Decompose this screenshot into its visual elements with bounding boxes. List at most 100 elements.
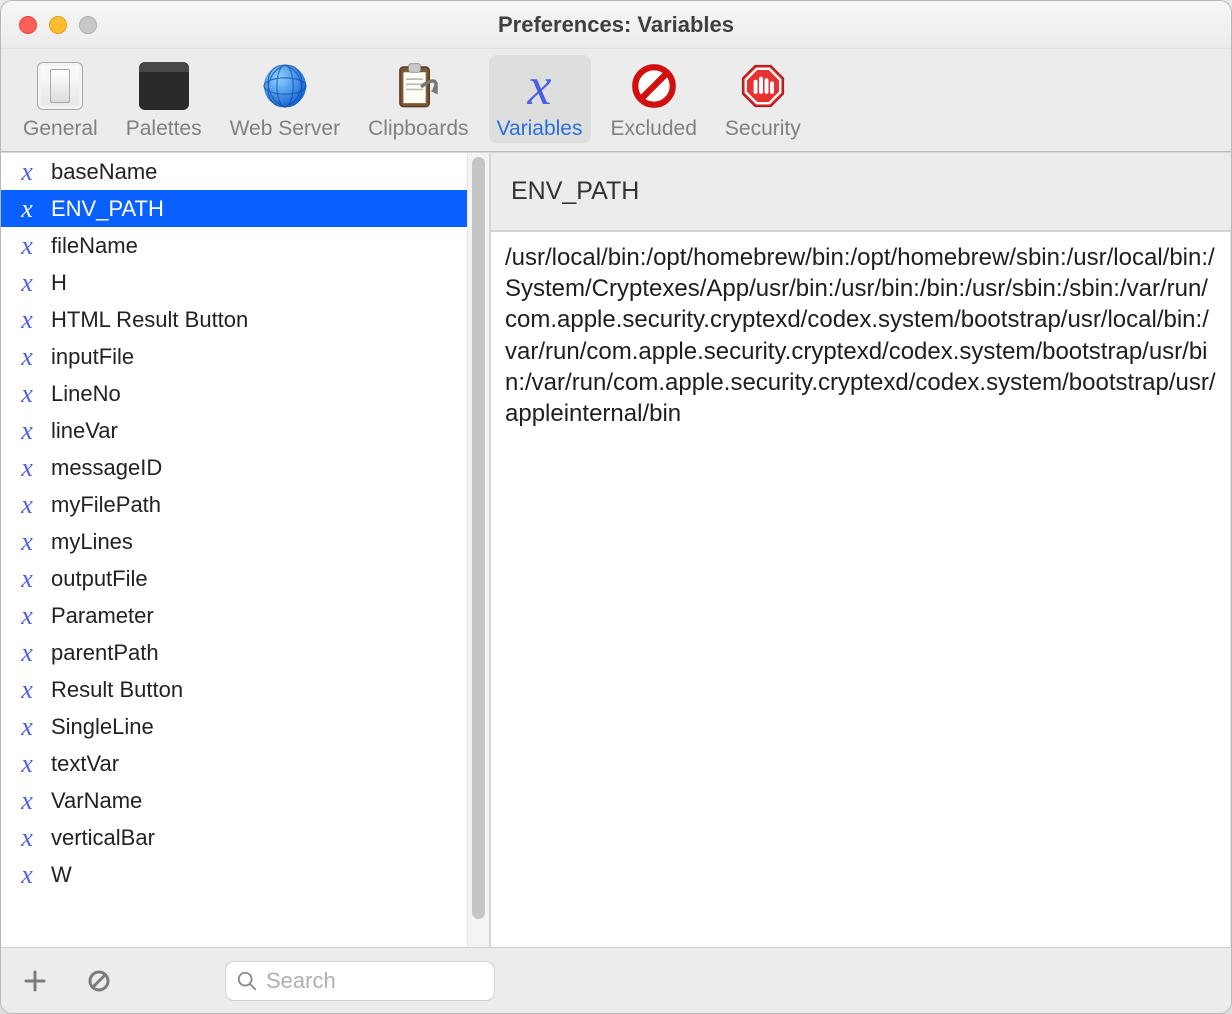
- variable-value-text[interactable]: /usr/local/bin:/opt/homebrew/bin:/opt/ho…: [491, 231, 1231, 947]
- stop-icon: [731, 59, 795, 113]
- variable-x-icon: x: [13, 638, 41, 668]
- palette-icon: [139, 62, 189, 110]
- variable-x-icon: x: [13, 268, 41, 298]
- variable-row-label: Result Button: [51, 677, 183, 703]
- variable-row-label: outputFile: [51, 566, 148, 592]
- search-input[interactable]: [266, 968, 484, 994]
- variable-x-icon: x: [13, 157, 41, 187]
- variable-row[interactable]: x HTML Result Button: [1, 301, 489, 338]
- prohibited-icon: [622, 59, 686, 113]
- variable-row-label: textVar: [51, 751, 119, 777]
- variable-x-icon: x: [13, 712, 41, 742]
- variable-row[interactable]: x fileName: [1, 227, 489, 264]
- add-variable-button[interactable]: [17, 963, 53, 999]
- variable-row[interactable]: x myLines: [1, 523, 489, 560]
- variable-row-label: LineNo: [51, 381, 121, 407]
- variable-x-icon: x: [13, 823, 41, 853]
- variable-x-icon: x: [13, 860, 41, 890]
- variable-x-icon: x: [528, 59, 552, 113]
- variable-row[interactable]: x textVar: [1, 745, 489, 782]
- variable-row[interactable]: x ENV_PATH: [1, 190, 489, 227]
- variable-row-label: Parameter: [51, 603, 154, 629]
- variable-x-icon: x: [13, 194, 41, 224]
- variable-row-label: H: [51, 270, 67, 296]
- footer-bar: [1, 947, 1231, 1013]
- variable-row[interactable]: x verticalBar: [1, 819, 489, 856]
- variable-row[interactable]: xW: [1, 856, 489, 893]
- variable-row-label: W: [51, 862, 72, 888]
- variable-row-label: ENV_PATH: [51, 196, 164, 222]
- preferences-toolbar: General Palettes: [1, 49, 1231, 152]
- variable-x-icon: x: [13, 453, 41, 483]
- variable-row-label: fileName: [51, 233, 138, 259]
- toolbar-tab-general[interactable]: General: [15, 55, 106, 143]
- variable-row[interactable]: x LineNo: [1, 375, 489, 412]
- variable-x-icon: x: [13, 601, 41, 631]
- variable-row[interactable]: x SingleLine: [1, 708, 489, 745]
- toolbar-tab-excluded[interactable]: Excluded: [603, 55, 705, 143]
- variable-x-icon: x: [13, 231, 41, 261]
- variable-row[interactable]: x Parameter: [1, 597, 489, 634]
- globe-icon: [253, 59, 317, 113]
- variable-x-icon: x: [13, 379, 41, 409]
- toolbar-tab-palettes[interactable]: Palettes: [118, 55, 210, 143]
- variable-row[interactable]: x lineVar: [1, 412, 489, 449]
- toolbar-tab-security[interactable]: Security: [717, 55, 809, 143]
- close-window-button[interactable]: [19, 16, 37, 34]
- variable-x-icon: x: [13, 564, 41, 594]
- variable-row-label: myFilePath: [51, 492, 161, 518]
- variable-row[interactable]: xH: [1, 264, 489, 301]
- variable-x-icon: x: [13, 342, 41, 372]
- variable-row-label: messageID: [51, 455, 162, 481]
- variable-row-label: HTML Result Button: [51, 307, 248, 333]
- search-field[interactable]: [225, 961, 495, 1001]
- toolbar-label: Variables: [497, 117, 583, 141]
- variable-row-label: lineVar: [51, 418, 118, 444]
- titlebar: Preferences: Variables: [1, 1, 1231, 49]
- variable-x-icon: x: [13, 490, 41, 520]
- variable-row-label: parentPath: [51, 640, 159, 666]
- variable-row-label: SingleLine: [51, 714, 154, 740]
- content-area: xbaseNamexENV_PATHxfileNamexHxHTML Resul…: [1, 152, 1231, 947]
- window-title: Preferences: Variables: [1, 12, 1231, 38]
- variable-row[interactable]: xVarName: [1, 782, 489, 819]
- minimize-window-button[interactable]: [49, 16, 67, 34]
- variable-list-pane: xbaseNamexENV_PATHxfileNamexHxHTML Resul…: [1, 153, 489, 947]
- switch-icon: [37, 62, 83, 110]
- variable-row[interactable]: x myFilePath: [1, 486, 489, 523]
- window-controls: [1, 16, 97, 34]
- variable-name-heading: ENV_PATH: [491, 153, 1231, 231]
- variable-row-label: verticalBar: [51, 825, 155, 851]
- variable-x-icon: x: [13, 305, 41, 335]
- zoom-window-button[interactable]: [79, 16, 97, 34]
- variable-row[interactable]: x parentPath: [1, 634, 489, 671]
- toolbar-tab-clipboards[interactable]: Clipboards: [360, 55, 476, 143]
- variable-x-icon: x: [13, 416, 41, 446]
- variable-list[interactable]: xbaseNamexENV_PATHxfileNamexHxHTML Resul…: [1, 153, 489, 947]
- variable-x-icon: x: [13, 749, 41, 779]
- toolbar-label: Web Server: [230, 117, 341, 141]
- toolbar-label: Security: [725, 117, 801, 141]
- scrollbar[interactable]: [467, 153, 489, 947]
- variable-row-label: myLines: [51, 529, 133, 555]
- toolbar-tab-variables[interactable]: x Variables: [489, 55, 591, 143]
- toolbar-label: General: [23, 117, 98, 141]
- variable-x-icon: x: [13, 675, 41, 705]
- remove-variable-button[interactable]: [81, 963, 117, 999]
- variable-row-label: baseName: [51, 159, 157, 185]
- toolbar-tab-web-server[interactable]: Web Server: [222, 55, 349, 143]
- scrollbar-thumb[interactable]: [472, 157, 485, 919]
- preferences-window: Preferences: Variables General Palettes: [0, 0, 1232, 1014]
- variable-detail-pane: ENV_PATH /usr/local/bin:/opt/homebrew/bi…: [491, 153, 1231, 947]
- variable-row[interactable]: x outputFile: [1, 560, 489, 597]
- variable-row[interactable]: x baseName: [1, 153, 489, 190]
- variable-x-icon: x: [13, 527, 41, 557]
- variable-row[interactable]: x Result Button: [1, 671, 489, 708]
- variable-row[interactable]: x messageID: [1, 449, 489, 486]
- variable-row[interactable]: x inputFile: [1, 338, 489, 375]
- variable-row-label: inputFile: [51, 344, 134, 370]
- variable-x-icon: x: [13, 786, 41, 816]
- search-icon: [236, 970, 258, 992]
- toolbar-label: Excluded: [611, 117, 697, 141]
- clipboard-icon: [386, 59, 450, 113]
